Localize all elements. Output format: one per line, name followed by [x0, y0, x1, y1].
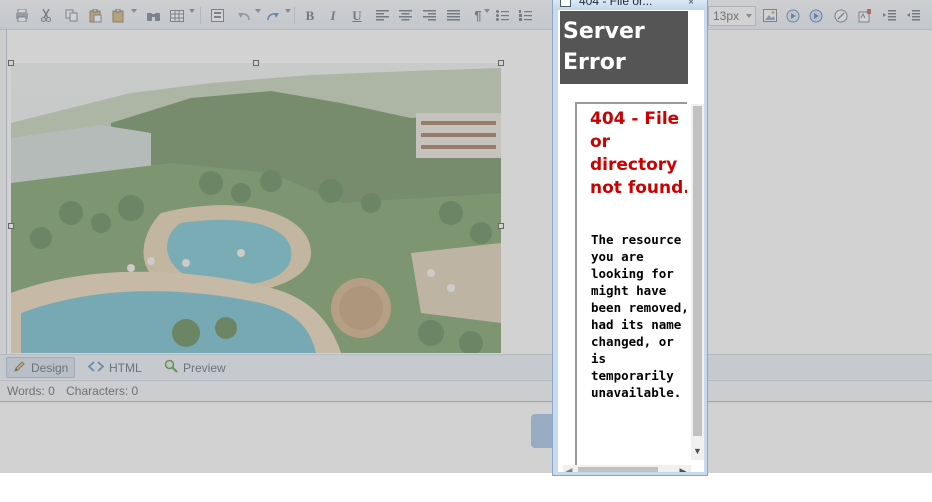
popup-title: 404 - File or...: [579, 0, 653, 8]
scroll-left-arrow-icon[interactable]: ◀: [563, 465, 575, 472]
error-title: 404 - File or directory not found.: [590, 109, 687, 198]
scroll-down-arrow-icon[interactable]: ▼: [691, 445, 704, 458]
vertical-scrollbar[interactable]: ▼: [691, 104, 704, 460]
vertical-scroll-thumb[interactable]: [693, 106, 702, 436]
close-button[interactable]: ×: [684, 0, 698, 10]
popup-titlebar[interactable]: 404 - File or... ×: [553, 0, 707, 10]
error-content-box: 404 - File or directory not found. The r…: [575, 102, 687, 467]
popup-dialog: 404 - File or... × Server Error 404 - Fi…: [552, 0, 708, 476]
modal-overlay: [0, 0, 932, 473]
popup-content-frame: Server Error 404 - File or directory not…: [558, 10, 704, 472]
horizontal-scroll-thumb[interactable]: [578, 467, 658, 472]
horizontal-scrollbar[interactable]: ◀ ▶: [563, 465, 691, 472]
page-icon: [560, 0, 571, 7]
server-error-header: Server Error: [560, 11, 688, 84]
error-description: The resource you are looking for might h…: [591, 232, 687, 400]
scroll-right-arrow-icon[interactable]: ▶: [677, 465, 689, 472]
